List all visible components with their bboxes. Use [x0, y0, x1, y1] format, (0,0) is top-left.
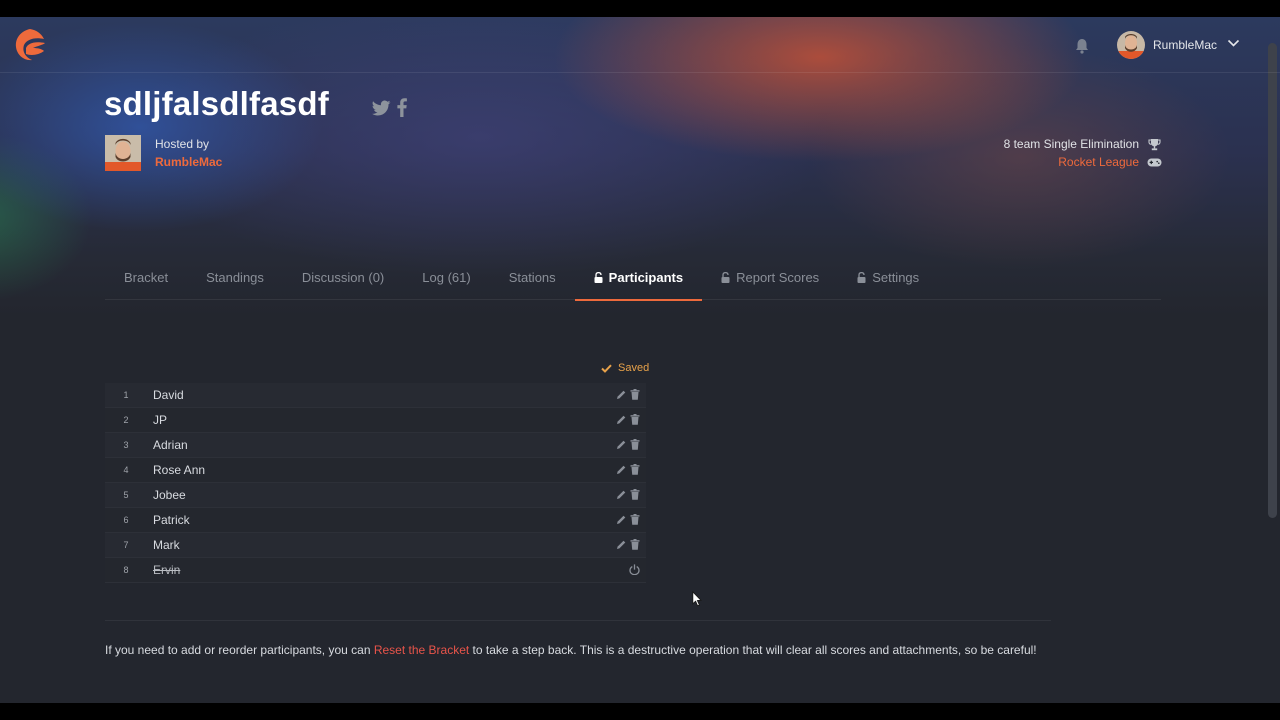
- participant-name: Mark: [153, 538, 180, 552]
- participant-list: 1 David 2 JP 3 Adrian 4 Rose Ann 5 Jobee…: [105, 383, 646, 583]
- seed-number: 5: [123, 490, 129, 500]
- tab-stations[interactable]: Stations: [490, 255, 575, 300]
- mouse-cursor-icon: [692, 591, 702, 607]
- seed-number: 1: [123, 390, 129, 400]
- notice-text-after: to take a step back. This is a destructi…: [469, 643, 1037, 657]
- participant-row[interactable]: 5 Jobee: [105, 483, 646, 508]
- seed-number: 6: [123, 515, 129, 525]
- trash-icon[interactable]: [630, 414, 640, 425]
- participant-name: Patrick: [153, 513, 190, 527]
- host-avatar-image: [105, 135, 141, 171]
- unlock-icon: [594, 272, 603, 283]
- chevron-down-icon[interactable]: [1227, 39, 1240, 48]
- participant-name: Rose Ann: [153, 463, 206, 477]
- participant-row[interactable]: 4 Rose Ann: [105, 458, 646, 483]
- pencil-icon[interactable]: [616, 514, 626, 525]
- seed-number: 3: [123, 440, 129, 450]
- pencil-icon[interactable]: [616, 389, 626, 400]
- page-title: sdljfalsdlfasdf: [104, 85, 329, 122]
- tab-label: Bracket: [124, 270, 169, 285]
- scrollbar[interactable]: [1268, 43, 1277, 518]
- participant-row[interactable]: 6 Patrick: [105, 508, 646, 533]
- tab-report-scores[interactable]: Report Scores: [702, 255, 838, 300]
- pencil-icon[interactable]: [616, 489, 626, 500]
- tab-label: Settings: [872, 270, 920, 285]
- game-link[interactable]: Rocket League: [1058, 155, 1139, 169]
- trash-icon[interactable]: [630, 439, 640, 450]
- participant-row[interactable]: 2 JP: [105, 408, 646, 433]
- trash-icon[interactable]: [630, 539, 640, 550]
- trash-icon[interactable]: [630, 514, 640, 525]
- saved-status: Saved: [601, 362, 649, 374]
- tab-label: Log (61): [422, 270, 471, 285]
- tab-label: Stations: [508, 270, 556, 285]
- tab-label: Discussion (0): [301, 270, 385, 285]
- divider: [105, 620, 1051, 621]
- tab-settings[interactable]: Settings: [838, 255, 938, 300]
- tab-bracket[interactable]: Bracket: [105, 255, 187, 300]
- pencil-icon[interactable]: [616, 414, 626, 425]
- pencil-icon[interactable]: [616, 439, 626, 450]
- pencil-icon[interactable]: [616, 464, 626, 475]
- hosted-by-label: Hosted by: [155, 137, 210, 151]
- tab-standings[interactable]: Standings: [187, 255, 283, 300]
- tab-discussion[interactable]: Discussion (0): [283, 255, 403, 300]
- participant-row[interactable]: 7 Mark: [105, 533, 646, 558]
- seed-number: 2: [123, 415, 129, 425]
- participant-name: Jobee: [153, 488, 186, 502]
- tab-participants[interactable]: Participants: [574, 255, 703, 301]
- participant-name: Adrian: [153, 438, 188, 452]
- check-icon: [601, 364, 612, 373]
- avatar-image: [1117, 31, 1145, 59]
- gamepad-icon: [1147, 158, 1162, 167]
- top-bar: RumbleMac: [0, 17, 1280, 73]
- reset-notice: If you need to add or reorder participan…: [105, 643, 1037, 657]
- unlock-icon: [721, 272, 730, 283]
- pencil-icon[interactable]: [616, 539, 626, 550]
- participant-row[interactable]: 1 David: [105, 383, 646, 408]
- power-icon[interactable]: [629, 564, 640, 575]
- facebook-icon[interactable]: [397, 98, 407, 117]
- trophy-icon: [1148, 139, 1161, 151]
- saved-label: Saved: [618, 362, 650, 374]
- tab-label: Standings: [206, 270, 264, 285]
- trash-icon[interactable]: [630, 464, 640, 475]
- trash-icon[interactable]: [630, 489, 640, 500]
- bell-icon[interactable]: [1075, 38, 1089, 54]
- app-frame: RumbleMac sdljfalsdlfasdf Hosted by Rumb…: [0, 17, 1280, 703]
- trash-icon[interactable]: [630, 389, 640, 400]
- participant-name: JP: [153, 413, 168, 427]
- participant-row[interactable]: 8 Ervin: [105, 558, 646, 583]
- seed-number: 4: [123, 465, 129, 475]
- seed-number: 8: [123, 565, 129, 575]
- host-avatar[interactable]: [105, 135, 141, 171]
- seed-number: 7: [123, 540, 129, 550]
- notice-text-before: If you need to add or reorder participan…: [105, 643, 374, 657]
- tab-bar: Bracket Standings Discussion (0) Log (61…: [105, 255, 1161, 301]
- tournament-format: 8 team Single Elimination: [1003, 137, 1139, 151]
- twitter-icon[interactable]: [372, 100, 391, 117]
- unlock-icon: [857, 272, 866, 283]
- participant-name: David: [153, 388, 184, 402]
- tab-label: Participants: [608, 270, 684, 285]
- participant-row[interactable]: 3 Adrian: [105, 433, 646, 458]
- username[interactable]: RumbleMac: [1153, 38, 1217, 52]
- reset-bracket-link[interactable]: Reset the Bracket: [374, 643, 469, 657]
- avatar[interactable]: [1117, 31, 1145, 59]
- participant-name: Ervin: [153, 563, 181, 577]
- host-name-link[interactable]: RumbleMac: [155, 155, 222, 169]
- tab-log[interactable]: Log (61): [403, 255, 489, 300]
- tab-label: Report Scores: [736, 270, 820, 285]
- logo-icon[interactable]: [13, 27, 47, 63]
